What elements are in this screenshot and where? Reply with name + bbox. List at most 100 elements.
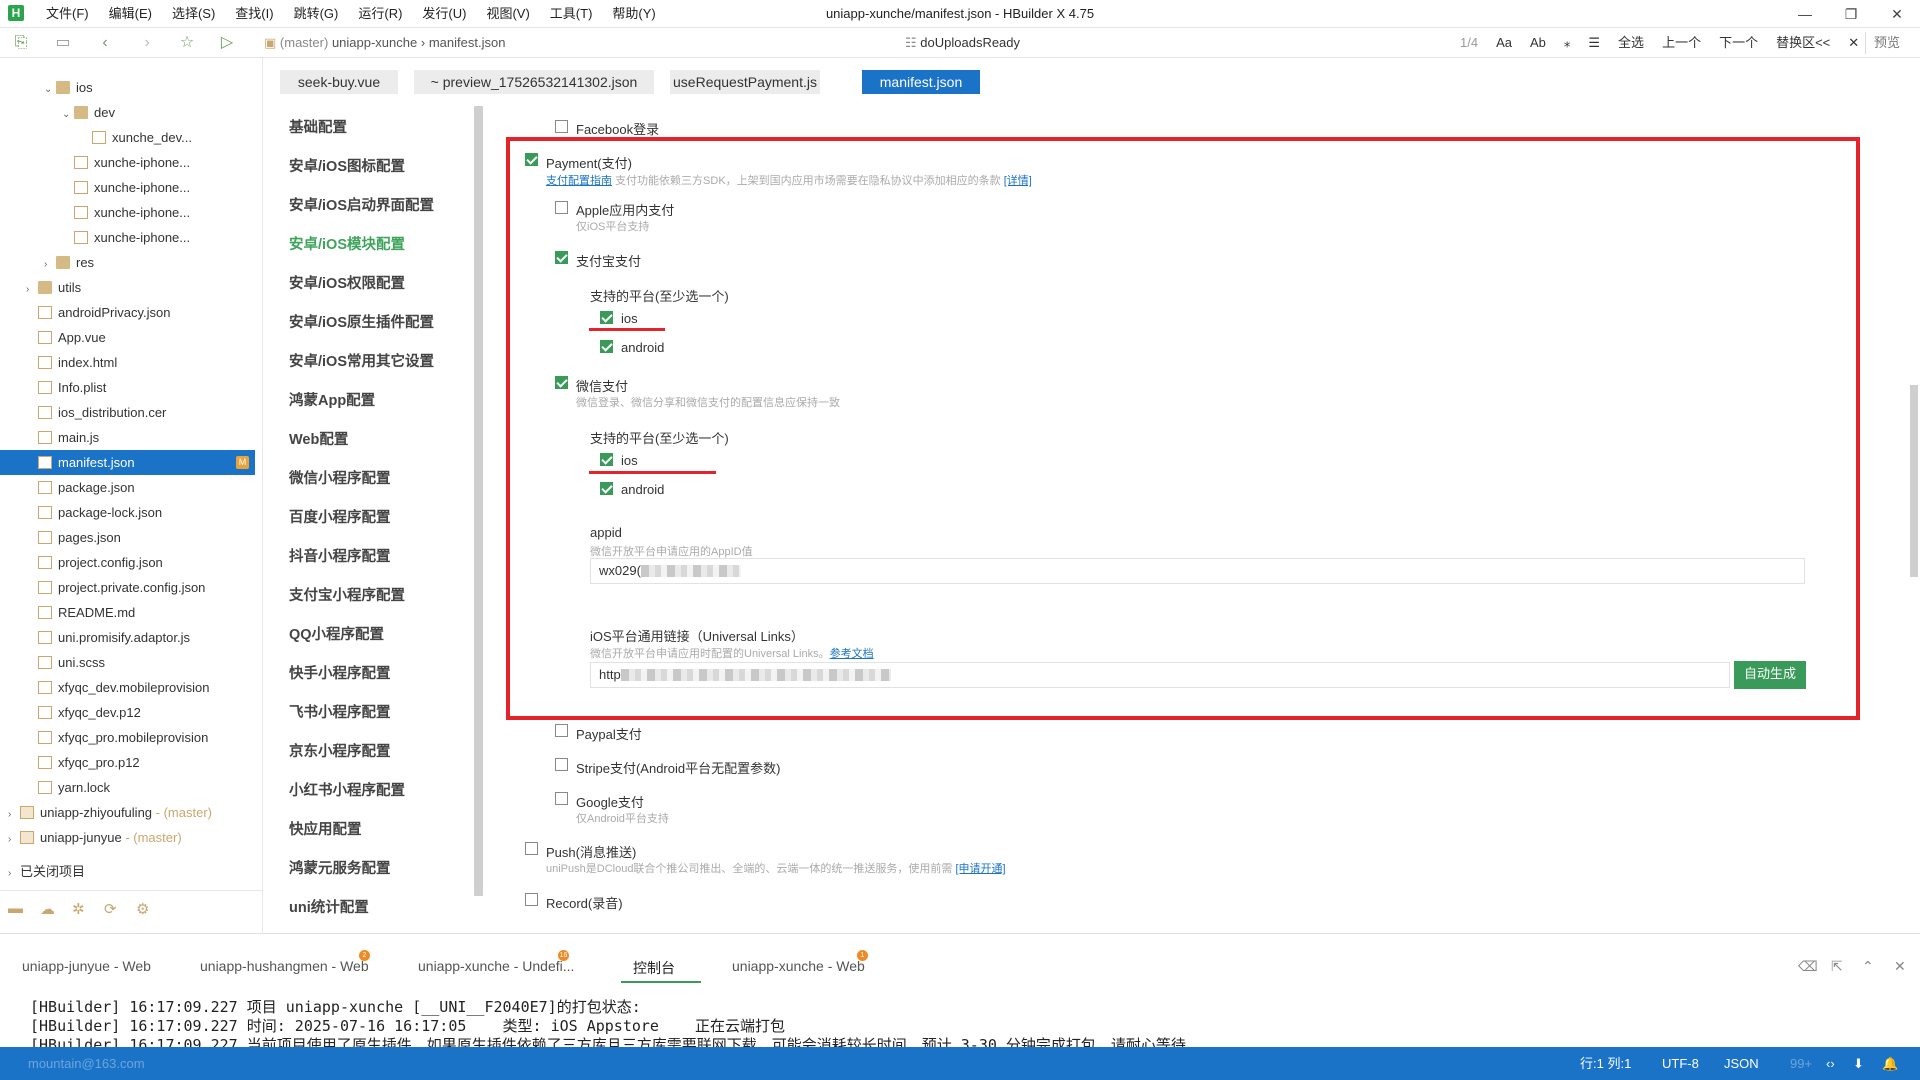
google-pay-checkbox[interactable] (555, 792, 568, 805)
search-options-icon[interactable]: ☰ (1588, 28, 1600, 58)
bell-icon[interactable]: 🔔 (1882, 1047, 1898, 1080)
save-icon[interactable]: ▭ (54, 34, 72, 52)
tree-file[interactable]: xunche-iphone... (0, 225, 255, 250)
encoding[interactable]: UTF-8 (1662, 1047, 1699, 1080)
restore-button[interactable]: ❐ (1828, 0, 1874, 28)
tree-file[interactable]: uni.promisify.adaptor.js (0, 625, 255, 650)
tree-folder[interactable]: ⌄ dev (0, 100, 255, 125)
tree-file[interactable]: main.js (0, 425, 255, 450)
reference-doc-link[interactable]: 参考文档 (830, 648, 874, 660)
tree-file[interactable]: uni.scss (0, 650, 255, 675)
tree-project[interactable]: › uniapp-zhiyoufuling - (master) (0, 800, 255, 825)
record-checkbox[interactable] (525, 893, 538, 906)
tree-file[interactable]: xfyqc_dev.p12 (0, 700, 255, 725)
function-outline[interactable]: ☷ doUploadsReady (905, 28, 1020, 58)
regex-toggle[interactable]: ⁎ (1564, 28, 1571, 58)
tree-file[interactable]: index.html (0, 350, 255, 375)
tab-seek-buy[interactable]: seek-buy.vue (280, 70, 398, 94)
auto-generate-button[interactable]: 自动生成 (1734, 661, 1806, 689)
nav-item[interactable]: 鸿蒙元服务配置 (289, 857, 391, 878)
nav-item[interactable]: 快手小程序配置 (289, 662, 391, 683)
notification-count[interactable]: 99+ (1790, 1047, 1812, 1080)
alipay-checkbox[interactable] (555, 251, 568, 264)
menu-run[interactable]: 运行(R) (348, 0, 412, 28)
tree-project[interactable]: › uniapp-junyue - (master) (0, 825, 255, 850)
nav-item[interactable]: Web配置 (289, 428, 348, 449)
nav-item[interactable]: 微信小程序配置 (289, 467, 391, 488)
menu-file[interactable]: 文件(F) (36, 0, 99, 28)
nav-item[interactable]: 基础配置 (289, 116, 347, 137)
clear-console-icon[interactable]: ⌫ (1798, 958, 1818, 975)
console-tab[interactable]: uniapp-xunche - Web (732, 958, 865, 974)
apply-push-link[interactable]: [申请开通] (956, 863, 1006, 875)
nav-item[interactable]: 抖音小程序配置 (289, 545, 391, 566)
tree-file[interactable]: androidPrivacy.json (0, 300, 255, 325)
tree-file[interactable]: xunche_dev... (0, 125, 255, 150)
forward-icon[interactable]: › (138, 34, 156, 52)
open-log-icon[interactable]: ⇱ (1831, 958, 1843, 975)
close-window-button[interactable]: ✕ (1874, 0, 1920, 28)
tab-use-request-payment[interactable]: useRequestPayment.js (670, 70, 820, 94)
tree-file[interactable]: manifest.json M (0, 450, 255, 475)
console-tab[interactable]: uniapp-xunche - Undefi... (418, 958, 574, 974)
tree-file[interactable]: App.vue (0, 325, 255, 350)
language-mode[interactable]: JSON (1724, 1047, 1759, 1080)
nav-item[interactable]: 支付宝小程序配置 (289, 584, 405, 605)
tree-file[interactable]: xunche-iphone... (0, 150, 255, 175)
tree-file[interactable]: xfyqc_pro.mobileprovision (0, 725, 255, 750)
match-case-toggle[interactable]: Aa (1496, 28, 1512, 58)
expand-arrow-icon[interactable]: ⌄ (62, 102, 74, 127)
nav-item[interactable]: 飞书小程序配置 (289, 701, 391, 722)
tree-file[interactable]: yarn.lock (0, 775, 255, 800)
preview-button[interactable]: 预览 (1864, 32, 1908, 54)
paypal-checkbox[interactable] (555, 724, 568, 737)
tree-file[interactable]: ios_distribution.cer (0, 400, 255, 425)
tree-file[interactable]: project.config.json (0, 550, 255, 575)
folder-open-icon[interactable]: ▬ (8, 900, 23, 917)
select-all-button[interactable]: 全选 (1618, 28, 1644, 58)
close-panel-icon[interactable]: ✕ (1894, 958, 1906, 975)
wechat-pay-checkbox[interactable] (555, 376, 568, 389)
menu-goto[interactable]: 跳转(G) (284, 0, 349, 28)
tree-folder[interactable]: › utils (0, 275, 255, 300)
expand-arrow-icon[interactable]: ⌄ (44, 77, 56, 102)
nav-item[interactable]: 安卓/iOS原生插件配置 (289, 311, 434, 332)
prev-match-button[interactable]: 上一个 (1662, 28, 1701, 58)
nav-item[interactable]: 京东小程序配置 (289, 740, 391, 761)
settings-icon[interactable]: ⚙ (136, 900, 149, 918)
collapse-panel-icon[interactable]: ⌃ (1862, 958, 1874, 975)
menu-help[interactable]: 帮助(Y) (602, 0, 665, 28)
nav-item[interactable]: 安卓/iOS常用其它设置 (289, 350, 434, 371)
nav-item[interactable]: uni统计配置 (289, 896, 369, 917)
nav-scrollbar[interactable] (474, 106, 483, 896)
tree-file[interactable]: pages.json (0, 525, 255, 550)
tree-folder[interactable]: › res (0, 250, 255, 275)
content-scrollbar[interactable] (1910, 385, 1918, 577)
minimize-button[interactable]: — (1782, 0, 1828, 28)
menu-select[interactable]: 选择(S) (162, 0, 225, 28)
payment-detail-link[interactable]: [详情] (1004, 175, 1032, 187)
payment-checkbox[interactable] (525, 153, 538, 166)
tree-file[interactable]: xunche-iphone... (0, 175, 255, 200)
tree-file[interactable]: package.json (0, 475, 255, 500)
menu-publish[interactable]: 发行(U) (412, 0, 476, 28)
console-tab[interactable]: uniapp-hushangmen - Web (200, 958, 369, 974)
universal-links-input[interactable]: http (590, 662, 1730, 688)
download-icon[interactable]: ⬇ (1853, 1047, 1864, 1080)
stripe-checkbox[interactable] (555, 758, 568, 771)
tab-manifest[interactable]: manifest.json (862, 70, 980, 94)
menu-find[interactable]: 查找(I) (225, 0, 283, 28)
expand-arrow-icon[interactable]: › (8, 802, 20, 827)
nav-item[interactable]: 小红书小程序配置 (289, 779, 405, 800)
nav-item[interactable]: 快应用配置 (289, 818, 362, 839)
nav-item[interactable]: 安卓/iOS权限配置 (289, 272, 405, 293)
close-search-icon[interactable]: ✕ (1848, 28, 1859, 58)
wechat-android-checkbox[interactable] (600, 482, 613, 495)
payment-guide-link[interactable]: 支付配置指南 (546, 175, 612, 187)
nav-item[interactable]: 安卓/iOS模块配置 (289, 233, 405, 254)
facebook-checkbox[interactable] (555, 120, 568, 133)
refresh-icon[interactable]: ⟳ (104, 900, 117, 918)
tree-file[interactable]: project.private.config.json (0, 575, 255, 600)
console-tab[interactable]: 控制台 (633, 958, 675, 978)
run-icon[interactable]: ▷ (218, 34, 236, 52)
